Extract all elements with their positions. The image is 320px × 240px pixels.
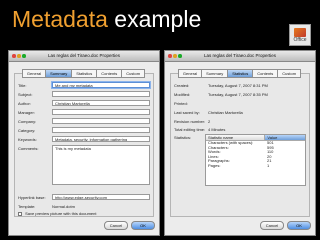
stat-label: Modified: — [174, 92, 191, 97]
slide-title-example: example — [114, 6, 202, 32]
stat-label: Statistics: — [174, 135, 192, 140]
tab-general[interactable]: General — [21, 69, 47, 78]
stat-value: 2 — [208, 119, 211, 124]
tab-custom[interactable]: Custom — [277, 69, 302, 78]
minimize-window-icon[interactable] — [17, 54, 21, 58]
table-row: Pages: 1 — [206, 162, 305, 169]
window-controls — [12, 54, 26, 58]
stat-row-revision: Revision number: 2 — [174, 118, 306, 125]
save-preview-label: Save preview picture with this document — [25, 211, 97, 216]
field-label: Keywords: — [18, 137, 37, 142]
zoom-window-icon[interactable] — [178, 54, 182, 58]
field-label: Manager: — [18, 110, 35, 115]
category-field[interactable] — [52, 127, 150, 133]
author-field[interactable]: Christian Martorella — [52, 100, 150, 106]
stat-value: Christian Martorella — [208, 110, 243, 115]
dialog-titlebar: Las reglas del Tiraeo.doc Properties — [165, 51, 315, 62]
stat-row-printed: Printed: — [174, 100, 306, 107]
subject-field[interactable] — [52, 91, 150, 97]
manager-field[interactable] — [52, 109, 150, 115]
tab-contents[interactable]: Contents — [96, 69, 123, 78]
stat-value: Tuesday, August 7, 2007 8:31 PM — [208, 83, 268, 88]
field-row-author: Author: Christian Martorella — [18, 100, 150, 107]
comments-field[interactable]: This is my metadata — [52, 145, 150, 185]
field-row-manager: Manager: — [18, 109, 150, 116]
dialog-title: Las reglas del Tiraeo.doc Properties — [47, 53, 121, 58]
hyperlink-base-field[interactable]: http://www.edge-security.com — [52, 194, 150, 200]
stat-name: Pages: — [208, 162, 221, 168]
stat-label: Revision number: — [174, 119, 206, 124]
template-value: Normal.dotm — [52, 204, 75, 209]
tab-bar: General Summary Statistics Contents Cust… — [165, 69, 315, 78]
field-row-template: Template: Normal.dotm — [18, 203, 150, 210]
dialog-title: Las reglas del Tiraeo.doc Properties — [203, 53, 277, 58]
save-preview-row[interactable]: Save preview picture with this document — [18, 211, 97, 216]
slide-title: Metadata example — [12, 4, 201, 34]
tab-general[interactable]: General — [177, 69, 203, 78]
field-row-subject: Subject: — [18, 91, 150, 98]
field-label: Title: — [18, 83, 27, 88]
stat-label: Last saved by: — [174, 110, 200, 115]
office-logo-icon: Office — [289, 24, 311, 46]
window-controls — [168, 54, 182, 58]
tab-bar: General Summary Statistics Contents Cust… — [9, 69, 159, 78]
statistics-properties-dialog: Las reglas del Tiraeo.doc Properties Cre… — [164, 50, 316, 236]
field-row-category: Category: — [18, 127, 150, 134]
statistics-table[interactable]: Statistic name Value Characters (with sp… — [205, 134, 306, 186]
field-row-title: Title: Me and my metadata — [18, 82, 150, 89]
statistics-panel: Created: Tuesday, August 7, 2007 8:31 PM… — [170, 73, 310, 217]
field-label: Hyperlink base: — [18, 195, 46, 200]
slide-title-metadata: Metadata — [12, 6, 108, 32]
field-row-keywords: Keywords: Metadata, security, informatio… — [18, 136, 150, 143]
field-label: Author: — [18, 101, 31, 106]
tab-statistics[interactable]: Statistics — [71, 69, 98, 78]
stat-value: 4 Minutes — [208, 127, 226, 132]
stat-label: Printed: — [174, 101, 188, 106]
tab-summary[interactable]: Summary — [45, 69, 73, 78]
title-field[interactable]: Me and my metadata — [52, 82, 150, 88]
ok-button[interactable]: OK — [131, 221, 155, 230]
save-preview-checkbox[interactable] — [18, 211, 22, 216]
field-row-company: Company: — [18, 118, 150, 125]
stat-label: Total editing time: — [174, 127, 206, 132]
stat-value: Tuesday, August 7, 2007 8:35 PM — [208, 92, 268, 97]
cancel-button[interactable]: Cancel — [104, 221, 128, 230]
field-row-comments: Comments: This is my metadata — [18, 145, 150, 187]
close-window-icon[interactable] — [12, 54, 16, 58]
stat-row-created: Created: Tuesday, August 7, 2007 8:31 PM — [174, 82, 306, 89]
field-label: Template: — [18, 204, 36, 209]
field-row-hyperlink: Hyperlink base: http://www.edge-security… — [18, 194, 150, 201]
company-field[interactable] — [52, 118, 150, 124]
stat-row-modified: Modified: Tuesday, August 7, 2007 8:35 P… — [174, 91, 306, 98]
ok-button[interactable]: OK — [287, 221, 311, 230]
stat-row-last-saved: Last saved by: Christian Martorella — [174, 109, 306, 116]
dialog-titlebar: Las reglas del Tiraeo.doc Properties — [9, 51, 159, 62]
field-label: Company: — [18, 119, 37, 124]
stat-label: Created: — [174, 83, 190, 88]
close-window-icon[interactable] — [168, 54, 172, 58]
minimize-window-icon[interactable] — [173, 54, 177, 58]
zoom-window-icon[interactable] — [22, 54, 26, 58]
keywords-field[interactable]: Metadata, security, information gatherin… — [52, 136, 150, 142]
cancel-button[interactable]: Cancel — [260, 221, 284, 230]
field-label: Category: — [18, 128, 36, 133]
tab-summary[interactable]: Summary — [201, 69, 229, 78]
stat-row-editing-time: Total editing time: 4 Minutes — [174, 126, 306, 133]
field-label: Subject: — [18, 92, 33, 97]
tab-contents[interactable]: Contents — [252, 69, 279, 78]
office-logo-label: Office — [293, 37, 307, 43]
stat-count: 1 — [267, 162, 270, 168]
tab-statistics[interactable]: Statistics — [227, 69, 254, 78]
field-label: Comments: — [18, 146, 39, 151]
summary-properties-dialog: Las reglas del Tiraeo.doc Properties Tit… — [8, 50, 160, 236]
summary-panel: Title: Me and my metadata Subject: Autho… — [14, 73, 154, 217]
tab-custom[interactable]: Custom — [121, 69, 146, 78]
